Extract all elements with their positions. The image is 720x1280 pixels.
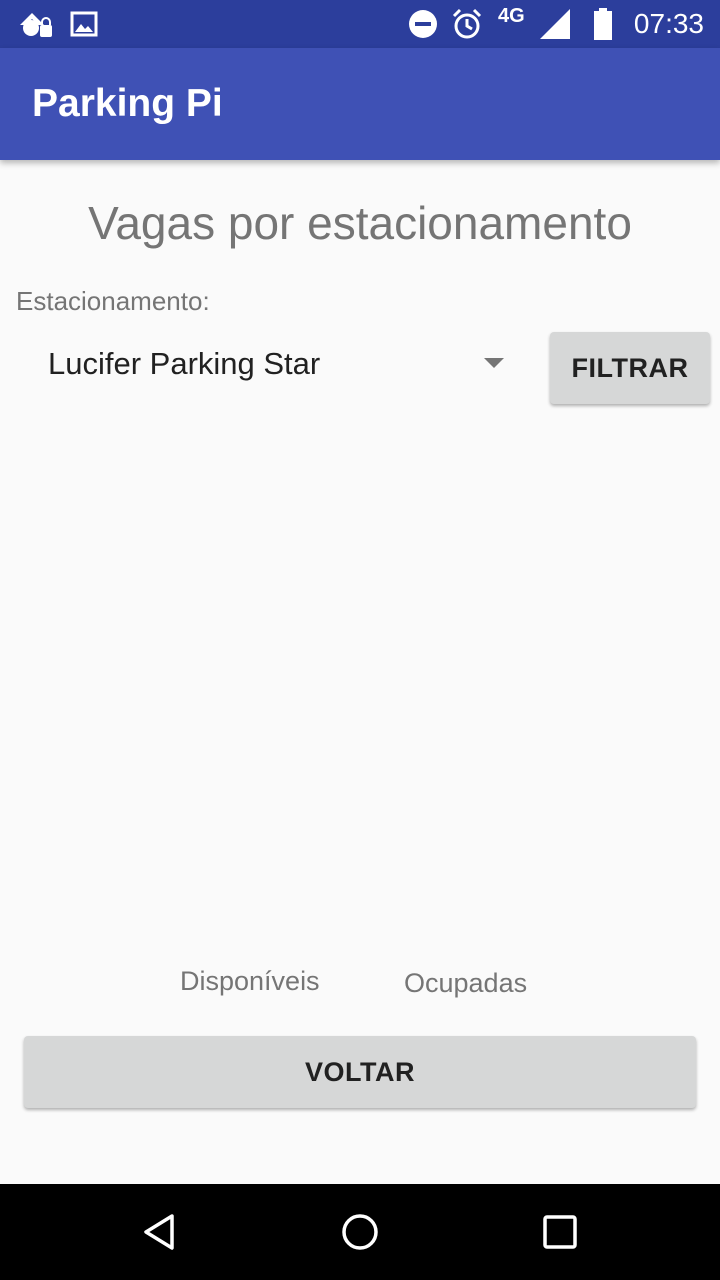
page-title: Vagas por estacionamento (88, 197, 632, 249)
filter-button[interactable]: FILTRAR (550, 332, 710, 404)
battery-icon (592, 0, 614, 48)
alarm-icon (450, 0, 484, 48)
do-not-disturb-icon (407, 0, 439, 48)
legend-available: Disponíveis (180, 966, 320, 996)
parking-spinner-value: Lucifer Parking Star (48, 346, 321, 381)
image-icon (70, 0, 98, 48)
status-time: 07:33 (633, 8, 704, 39)
dropdown-arrow-icon (484, 358, 504, 368)
cell-signal-icon (538, 0, 572, 48)
network-type-label: 4G (498, 4, 525, 27)
nav-bar (0, 1184, 720, 1280)
recents-icon[interactable] (512, 1184, 608, 1280)
back-icon[interactable] (112, 1184, 208, 1280)
parking-spinner[interactable]: Lucifer Parking Star (16, 330, 516, 398)
notification-icon (16, 0, 56, 48)
parking-label: Estacionamento: (16, 286, 210, 316)
back-button[interactable]: VOLTAR (24, 1036, 696, 1108)
home-icon[interactable] (312, 1184, 408, 1280)
status-bar: 4G 07:33 (0, 0, 720, 48)
legend-occupied: Ocupadas (404, 968, 528, 998)
app-bar: Parking Pi (0, 48, 720, 160)
app-title: Parking Pi (32, 82, 223, 125)
